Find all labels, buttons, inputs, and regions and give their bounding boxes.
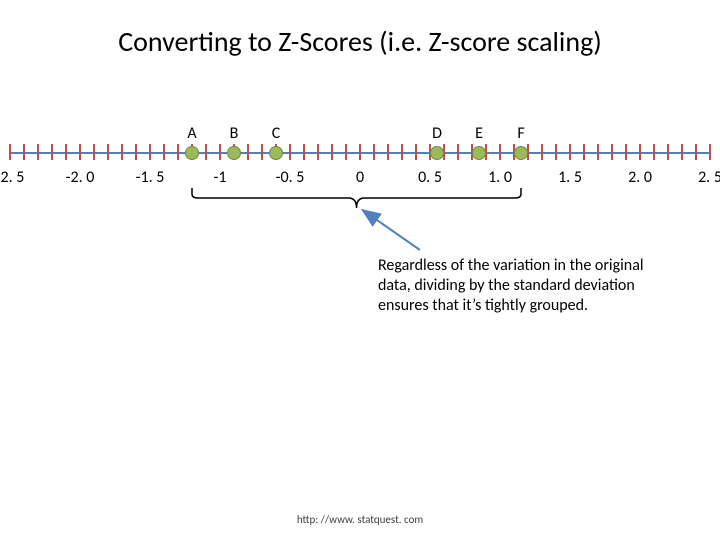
caption-text: Regardless of the variation in the origi… [378, 256, 678, 316]
slide-stage: Converting to Z-Scores (i.e. Z-score sca… [0, 0, 720, 540]
footer-url: http: //www. statquest. com [0, 513, 720, 526]
